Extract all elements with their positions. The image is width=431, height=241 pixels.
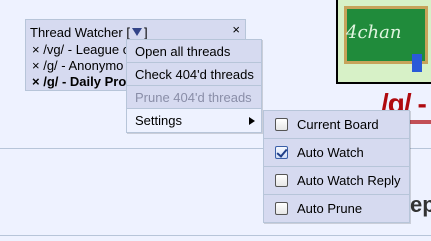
checkbox-auto-watch-reply[interactable] <box>275 174 288 187</box>
banner-figure <box>412 54 422 72</box>
setting-current-board[interactable]: Current Board <box>264 111 409 139</box>
setting-auto-watch-reply[interactable]: Auto Watch Reply <box>264 167 409 195</box>
menu-item-settings-label: Settings <box>135 113 182 128</box>
watched-thread-item[interactable]: × /g/ - Anonymo <box>32 58 132 74</box>
close-icon[interactable]: × <box>232 22 240 37</box>
menu-item-check-404-threads[interactable]: Check 404'd threads <box>127 63 261 86</box>
watched-thread-item[interactable]: × /vg/ - League o <box>32 42 132 58</box>
checkbox-auto-prune[interactable] <box>275 202 288 215</box>
banner-text: 4chan <box>346 22 402 43</box>
board-banner: 4chan <box>336 0 431 84</box>
dropdown-arrow-icon[interactable] <box>130 25 144 39</box>
menu-toggle-button[interactable]: [] <box>126 25 147 40</box>
menu-item-open-all-threads[interactable]: Open all threads <box>127 40 261 63</box>
thread-watcher-header: Thread Watcher [] <box>30 25 148 40</box>
settings-submenu: Current Board Auto Watch Auto Watch Repl… <box>263 110 410 223</box>
watched-thread-list: × /vg/ - League o × /g/ - Anonymo × /g/ … <box>32 42 132 90</box>
menu-item-prune-404-threads: Prune 404'd threads <box>127 86 261 109</box>
watched-thread-item-current[interactable]: × /g/ - Daily Pro <box>32 74 132 90</box>
page-text-fragment: ep <box>410 192 431 217</box>
setting-auto-prune[interactable]: Auto Prune <box>264 195 409 223</box>
submenu-arrow-icon <box>249 117 255 125</box>
thread-watcher-title: Thread Watcher <box>30 25 123 40</box>
divider-bottom <box>0 235 431 236</box>
menu-item-settings[interactable]: Settings <box>127 109 261 132</box>
checkbox-auto-watch[interactable] <box>275 146 288 159</box>
thread-watcher-menu: Open all threads Check 404'd threads Pru… <box>126 39 262 133</box>
setting-auto-watch[interactable]: Auto Watch <box>264 139 409 167</box>
checkbox-current-board[interactable] <box>275 118 288 131</box>
